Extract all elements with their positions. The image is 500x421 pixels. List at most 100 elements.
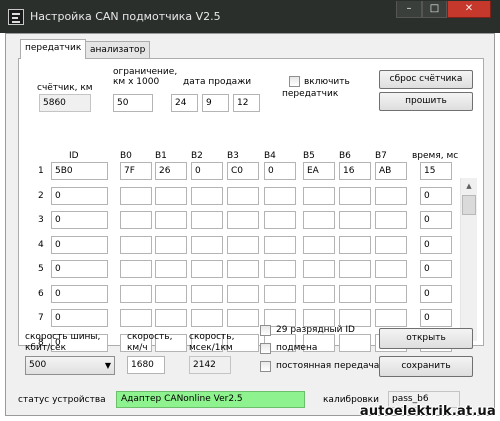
byte-field-b7[interactable]: AB <box>375 162 407 180</box>
flash-button[interactable]: прошить <box>379 92 473 111</box>
enable-transmitter-label-line1: включить <box>304 77 350 87</box>
byte-field-b2[interactable]: 0 <box>191 162 223 180</box>
header-b2: B2 <box>191 151 203 161</box>
byte-field-b0[interactable] <box>120 260 152 278</box>
byte-field-b7[interactable] <box>375 187 407 205</box>
byte-field-b6[interactable] <box>339 285 371 303</box>
byte-field-b7[interactable] <box>375 236 407 254</box>
time-field[interactable]: 0 <box>420 285 452 303</box>
bus-speed-select[interactable]: 500 ▼ <box>25 356 115 375</box>
byte-field-b2[interactable] <box>191 309 223 327</box>
byte-field-b7[interactable] <box>375 211 407 229</box>
byte-field-b4[interactable] <box>264 211 296 229</box>
byte-field-b2[interactable] <box>191 187 223 205</box>
time-field[interactable]: 0 <box>420 309 452 327</box>
limit-field[interactable]: 50 <box>113 94 153 112</box>
id-field[interactable]: 5B0 <box>51 162 108 180</box>
byte-field-b3[interactable] <box>227 309 259 327</box>
scroll-thumb[interactable] <box>462 195 476 215</box>
byte-field-b6[interactable] <box>339 260 371 278</box>
id-field[interactable]: 0 <box>51 309 108 327</box>
byte-field-b3[interactable] <box>227 285 259 303</box>
byte-field-b4[interactable] <box>264 260 296 278</box>
byte-field-b7[interactable] <box>375 285 407 303</box>
close-button[interactable]: ✕ <box>447 1 491 18</box>
byte-field-b1[interactable] <box>155 285 187 303</box>
tab-transmitter[interactable]: передатчик <box>20 39 87 59</box>
byte-field-b2[interactable] <box>191 260 223 278</box>
byte-field-b3[interactable] <box>227 236 259 254</box>
id-field[interactable]: 0 <box>51 236 108 254</box>
byte-field-b2[interactable] <box>191 236 223 254</box>
id29-checkbox[interactable] <box>260 325 271 336</box>
spoof-checkbox[interactable] <box>260 343 271 354</box>
spoof-label: подмена <box>276 343 318 353</box>
byte-field-b2[interactable] <box>191 285 223 303</box>
byte-field-b4[interactable]: 0 <box>264 162 296 180</box>
sale-month-field[interactable]: 9 <box>202 94 229 112</box>
byte-field-b1[interactable]: 26 <box>155 162 187 180</box>
byte-field-b5[interactable] <box>303 285 335 303</box>
counter-field[interactable]: 5860 <box>39 94 91 112</box>
speed-ms-field[interactable]: 2142 <box>189 356 231 374</box>
byte-field-b6[interactable] <box>339 187 371 205</box>
sale-year-field[interactable]: 12 <box>233 94 260 112</box>
byte-field-b0[interactable]: 7F <box>120 162 152 180</box>
byte-field-b1[interactable] <box>155 187 187 205</box>
byte-field-b3[interactable] <box>227 211 259 229</box>
byte-field-b0[interactable] <box>120 236 152 254</box>
byte-field-b1[interactable] <box>155 236 187 254</box>
byte-field-b4[interactable] <box>264 236 296 254</box>
byte-field-b0[interactable] <box>120 211 152 229</box>
byte-field-b6[interactable] <box>339 236 371 254</box>
byte-field-b7[interactable] <box>375 260 407 278</box>
minimize-button[interactable]: – <box>396 1 422 18</box>
byte-field-b6[interactable] <box>339 211 371 229</box>
time-field[interactable]: 0 <box>420 236 452 254</box>
header-b5: B5 <box>303 151 315 161</box>
time-field[interactable]: 0 <box>420 260 452 278</box>
byte-field-b5[interactable] <box>303 211 335 229</box>
id-field[interactable]: 0 <box>51 187 108 205</box>
byte-field-b7[interactable] <box>375 309 407 327</box>
reset-counter-button[interactable]: сброс счётчика <box>379 70 473 89</box>
byte-field-b5[interactable] <box>303 260 335 278</box>
speed-kmh-label-line1: скорость, <box>127 332 173 342</box>
scroll-up-arrow-icon[interactable]: ▲ <box>461 178 477 194</box>
byte-field-b5[interactable] <box>303 236 335 254</box>
sale-day-field[interactable]: 24 <box>171 94 198 112</box>
byte-field-b1[interactable] <box>155 211 187 229</box>
open-button[interactable]: открыть <box>379 328 473 349</box>
constant-tx-checkbox[interactable] <box>260 361 271 372</box>
byte-field-b5[interactable]: EA <box>303 162 335 180</box>
byte-field-b4[interactable] <box>264 285 296 303</box>
speed-kmh-field[interactable]: 1680 <box>127 356 165 374</box>
byte-field-b3[interactable] <box>227 260 259 278</box>
time-field[interactable]: 0 <box>420 211 452 229</box>
header-b4: B4 <box>264 151 276 161</box>
grid-scrollbar[interactable]: ▲ ▼ <box>460 178 477 341</box>
id-field[interactable]: 0 <box>51 285 108 303</box>
byte-field-b0[interactable] <box>120 309 152 327</box>
byte-field-b2[interactable] <box>191 211 223 229</box>
maximize-button[interactable]: □ <box>422 1 447 18</box>
byte-field-b4[interactable] <box>264 187 296 205</box>
time-field[interactable]: 0 <box>420 187 452 205</box>
byte-field-b3[interactable]: C0 <box>227 162 259 180</box>
byte-field-b6[interactable] <box>339 334 371 352</box>
byte-field-b0[interactable] <box>120 187 152 205</box>
row-number: 2 <box>38 191 44 201</box>
id-field[interactable]: 0 <box>51 211 108 229</box>
byte-field-b0[interactable] <box>120 285 152 303</box>
byte-field-b1[interactable] <box>155 309 187 327</box>
byte-field-b5[interactable] <box>303 187 335 205</box>
byte-field-b3[interactable] <box>227 187 259 205</box>
tab-analyzer[interactable]: анализатор <box>85 41 151 59</box>
byte-field-b6[interactable]: 16 <box>339 162 371 180</box>
enable-transmitter-checkbox[interactable] <box>289 76 300 87</box>
save-button[interactable]: сохранить <box>379 356 473 377</box>
byte-field-b1[interactable] <box>155 260 187 278</box>
sale-date-label: дата продажи <box>183 77 252 87</box>
time-field[interactable]: 15 <box>420 162 452 180</box>
id-field[interactable]: 0 <box>51 260 108 278</box>
